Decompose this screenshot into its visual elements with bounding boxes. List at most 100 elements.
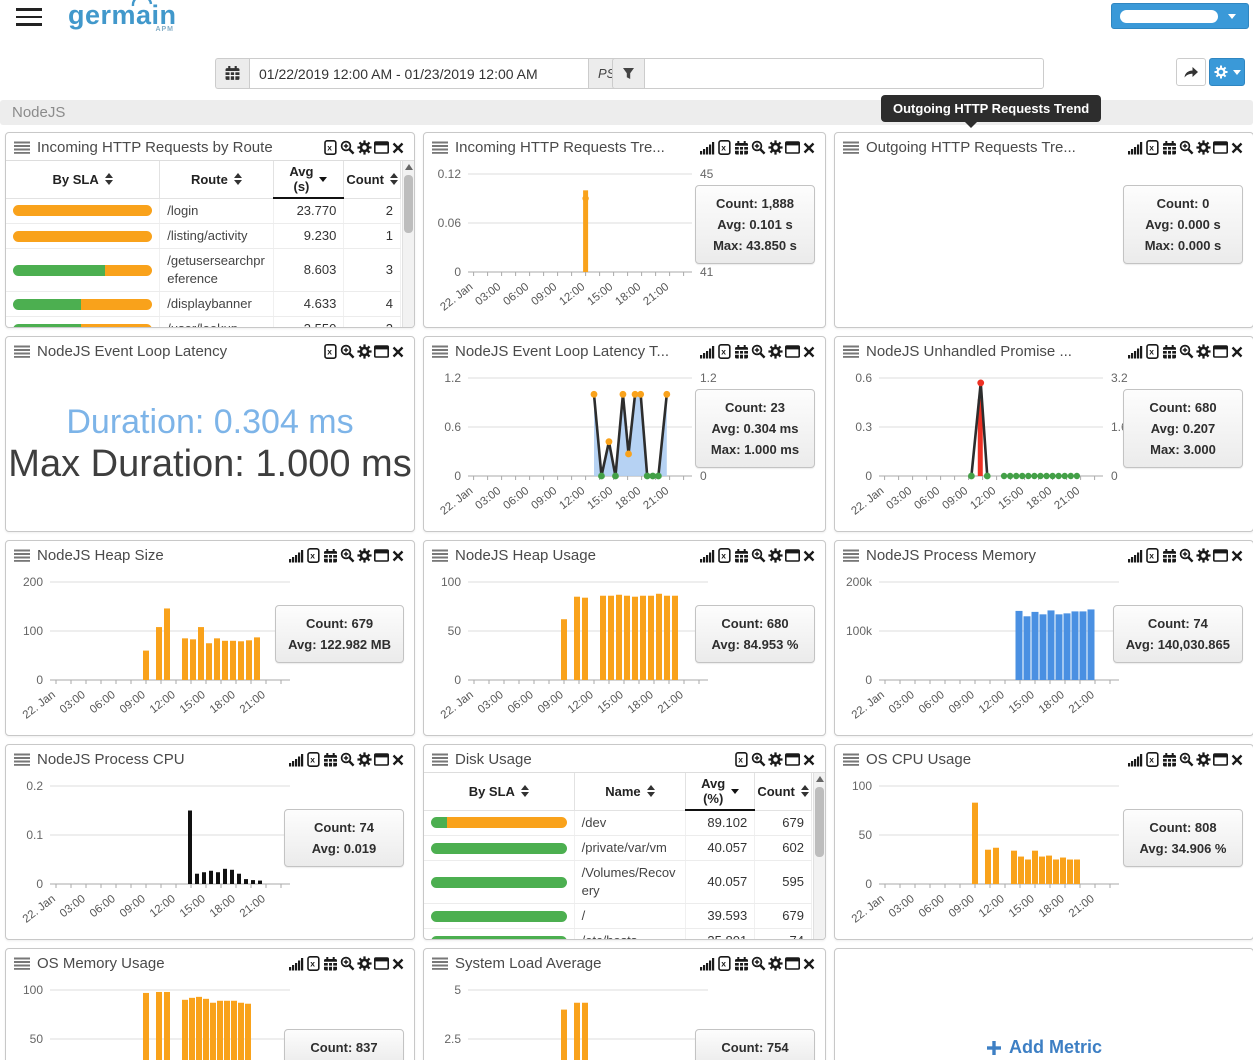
- column-header-by-sla[interactable]: By SLA: [6, 161, 160, 198]
- column-header-name[interactable]: Name: [574, 773, 686, 810]
- excel-export-icon[interactable]: x: [733, 752, 749, 767]
- table-row[interactable]: /displaybanner 4.633 4: [6, 292, 401, 317]
- table-scrollbar[interactable]: [813, 773, 825, 940]
- bar-chart-icon[interactable]: [288, 548, 304, 563]
- bar-chart-icon[interactable]: [1127, 140, 1143, 155]
- user-menu-button[interactable]: [1111, 3, 1249, 29]
- table-row[interactable]: /login 23.770 2: [6, 198, 401, 224]
- window-icon[interactable]: [373, 548, 389, 563]
- gear-icon[interactable]: [1195, 548, 1211, 563]
- excel-export-icon[interactable]: x: [322, 344, 338, 359]
- calendar-addon[interactable]: [215, 58, 249, 89]
- bar-chart-icon[interactable]: [699, 344, 715, 359]
- zoom-icon[interactable]: [750, 344, 766, 359]
- excel-export-icon[interactable]: x: [1144, 344, 1160, 359]
- table-scrollbar[interactable]: [402, 161, 414, 328]
- excel-export-icon[interactable]: x: [716, 956, 732, 971]
- excel-export-icon[interactable]: x: [716, 344, 732, 359]
- gear-icon[interactable]: [767, 344, 783, 359]
- column-header-count[interactable]: Count: [755, 773, 812, 810]
- table-row[interactable]: /user/lookup 3.550 2: [6, 317, 401, 329]
- window-icon[interactable]: [1212, 140, 1228, 155]
- close-icon[interactable]: [1229, 548, 1245, 563]
- gear-icon[interactable]: [356, 548, 372, 563]
- excel-export-icon[interactable]: x: [716, 548, 732, 563]
- window-icon[interactable]: [1212, 548, 1228, 563]
- close-icon[interactable]: [390, 956, 406, 971]
- table-row[interactable]: /Volumes/Recovery 40.057 595: [424, 861, 812, 904]
- column-header-avg-s[interactable]: Avg(s): [273, 161, 344, 198]
- calendar-icon[interactable]: [322, 548, 338, 563]
- bar-chart-icon[interactable]: [699, 548, 715, 563]
- close-icon[interactable]: [1229, 344, 1245, 359]
- table-row[interactable]: / 39.593 679: [424, 904, 812, 929]
- search-filter-input[interactable]: [644, 58, 1044, 89]
- table-row[interactable]: /getusersearchpreference 8.603 3: [6, 249, 401, 292]
- gear-icon[interactable]: [767, 548, 783, 563]
- zoom-icon[interactable]: [339, 956, 355, 971]
- excel-export-icon[interactable]: x: [1144, 548, 1160, 563]
- calendar-icon[interactable]: [1161, 752, 1177, 767]
- gear-icon[interactable]: [767, 752, 783, 767]
- close-icon[interactable]: [801, 752, 817, 767]
- zoom-icon[interactable]: [750, 140, 766, 155]
- bar-chart-icon[interactable]: [288, 752, 304, 767]
- column-header-avg[interactable]: Avg(%): [686, 773, 755, 810]
- zoom-icon[interactable]: [339, 344, 355, 359]
- table-row[interactable]: /private/var/vm 40.057 602: [424, 836, 812, 861]
- table-row[interactable]: /dev 89.102 679: [424, 810, 812, 836]
- calendar-icon[interactable]: [733, 548, 749, 563]
- excel-export-icon[interactable]: x: [305, 548, 321, 563]
- gear-icon[interactable]: [767, 956, 783, 971]
- window-icon[interactable]: [373, 956, 389, 971]
- close-icon[interactable]: [801, 548, 817, 563]
- window-icon[interactable]: [1212, 752, 1228, 767]
- window-icon[interactable]: [373, 752, 389, 767]
- calendar-icon[interactable]: [1161, 344, 1177, 359]
- excel-export-icon[interactable]: x: [305, 956, 321, 971]
- close-icon[interactable]: [1229, 752, 1245, 767]
- close-icon[interactable]: [390, 548, 406, 563]
- bar-chart-icon[interactable]: [699, 140, 715, 155]
- excel-export-icon[interactable]: x: [305, 752, 321, 767]
- zoom-icon[interactable]: [1178, 752, 1194, 767]
- window-icon[interactable]: [784, 140, 800, 155]
- bar-chart-icon[interactable]: [1127, 344, 1143, 359]
- add-metric-button[interactable]: Add Metric: [986, 1037, 1102, 1058]
- date-range-input[interactable]: [249, 58, 589, 89]
- scrollbar-thumb[interactable]: [815, 787, 824, 857]
- window-icon[interactable]: [1212, 344, 1228, 359]
- column-header-by-sla[interactable]: By SLA: [424, 773, 574, 810]
- zoom-icon[interactable]: [339, 548, 355, 563]
- window-icon[interactable]: [373, 140, 389, 155]
- table-row[interactable]: /listing/activity 9.230 1: [6, 224, 401, 249]
- calendar-icon[interactable]: [733, 344, 749, 359]
- gear-icon[interactable]: [356, 140, 372, 155]
- excel-export-icon[interactable]: x: [716, 140, 732, 155]
- excel-export-icon[interactable]: x: [322, 140, 338, 155]
- close-icon[interactable]: [390, 344, 406, 359]
- window-icon[interactable]: [784, 548, 800, 563]
- excel-export-icon[interactable]: x: [1144, 140, 1160, 155]
- close-icon[interactable]: [801, 140, 817, 155]
- zoom-icon[interactable]: [1178, 140, 1194, 155]
- bar-chart-icon[interactable]: [699, 956, 715, 971]
- calendar-icon[interactable]: [1161, 140, 1177, 155]
- window-icon[interactable]: [784, 956, 800, 971]
- bar-chart-icon[interactable]: [1127, 548, 1143, 563]
- scrollbar-thumb[interactable]: [404, 175, 413, 233]
- zoom-icon[interactable]: [750, 752, 766, 767]
- column-header-route[interactable]: Route: [160, 161, 273, 198]
- menu-icon[interactable]: [16, 8, 42, 28]
- bar-chart-icon[interactable]: [288, 956, 304, 971]
- window-icon[interactable]: [784, 344, 800, 359]
- zoom-icon[interactable]: [339, 752, 355, 767]
- calendar-icon[interactable]: [1161, 548, 1177, 563]
- settings-button[interactable]: [1209, 58, 1245, 86]
- close-icon[interactable]: [1229, 140, 1245, 155]
- zoom-icon[interactable]: [1178, 344, 1194, 359]
- zoom-icon[interactable]: [339, 140, 355, 155]
- gear-icon[interactable]: [1195, 344, 1211, 359]
- calendar-icon[interactable]: [322, 752, 338, 767]
- zoom-icon[interactable]: [750, 548, 766, 563]
